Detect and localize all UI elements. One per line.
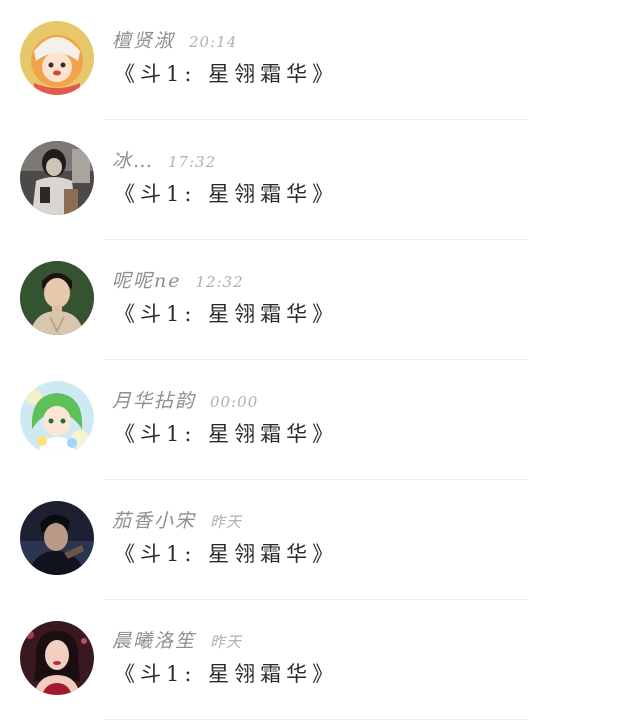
divider [104,719,528,720]
conversation-item[interactable]: 呢呢ne 12:32 《斗1: 星翎霜华》 [0,240,640,360]
message-preview: 《斗1: 星翎霜华》 [114,182,339,206]
woman-portrait-avatar-icon[interactable] [20,621,94,695]
conversation-item[interactable]: 茄香小宋 昨天 《斗1: 星翎霜华》 [0,480,640,600]
conversation-meta: 檀贤淑 20:14 [112,28,237,54]
green-hair-anime-avatar-icon[interactable] [20,381,94,455]
message-time: 17:32 [168,153,217,171]
conversation-meta: 晨曦洛笙 昨天 [112,628,242,654]
message-time: 20:14 [189,33,238,51]
mirror-selfie-avatar-icon[interactable] [20,141,94,215]
conversation-meta: 月华拈韵 00:00 [112,388,258,414]
message-preview: 《斗1: 星翎霜华》 [114,542,339,566]
message-preview: 《斗1: 星翎霜华》 [114,662,339,686]
message-preview: 《斗1: 星翎霜华》 [114,422,339,446]
message-preview: 《斗1: 星翎霜华》 [114,62,339,86]
conversation-list: 檀贤淑 20:14 《斗1: 星翎霜华》 冰… 17:32 《斗1: 星翎霜华》 [0,0,640,720]
dark-portrait-avatar-icon[interactable] [20,501,94,575]
conversation-item[interactable]: 晨曦洛笙 昨天 《斗1: 星翎霜华》 [0,600,640,720]
conversation-meta: 茄香小宋 昨天 [112,508,242,534]
contact-name: 晨曦洛笙 [112,630,197,652]
conversation-item[interactable]: 檀贤淑 20:14 《斗1: 星翎霜华》 [0,0,640,120]
contact-name: 茄香小宋 [112,510,197,532]
conversation-item[interactable]: 月华拈韵 00:00 《斗1: 星翎霜华》 [0,360,640,480]
man-portrait-avatar-icon[interactable] [20,261,94,335]
contact-name: 檀贤淑 [112,30,176,52]
message-time: 昨天 [210,513,243,531]
anime-girl-avatar-icon[interactable] [20,21,94,95]
message-time: 12:32 [195,273,244,291]
conversation-meta: 冰… 17:32 [112,148,216,174]
message-time: 昨天 [210,633,243,651]
contact-name: 呢呢ne [112,270,182,292]
contact-name: 月华拈韵 [112,390,197,412]
contact-name: 冰… [112,150,155,172]
message-preview: 《斗1: 星翎霜华》 [114,302,339,326]
conversation-meta: 呢呢ne 12:32 [112,268,244,294]
message-time: 00:00 [210,393,259,411]
conversation-item[interactable]: 冰… 17:32 《斗1: 星翎霜华》 [0,120,640,240]
